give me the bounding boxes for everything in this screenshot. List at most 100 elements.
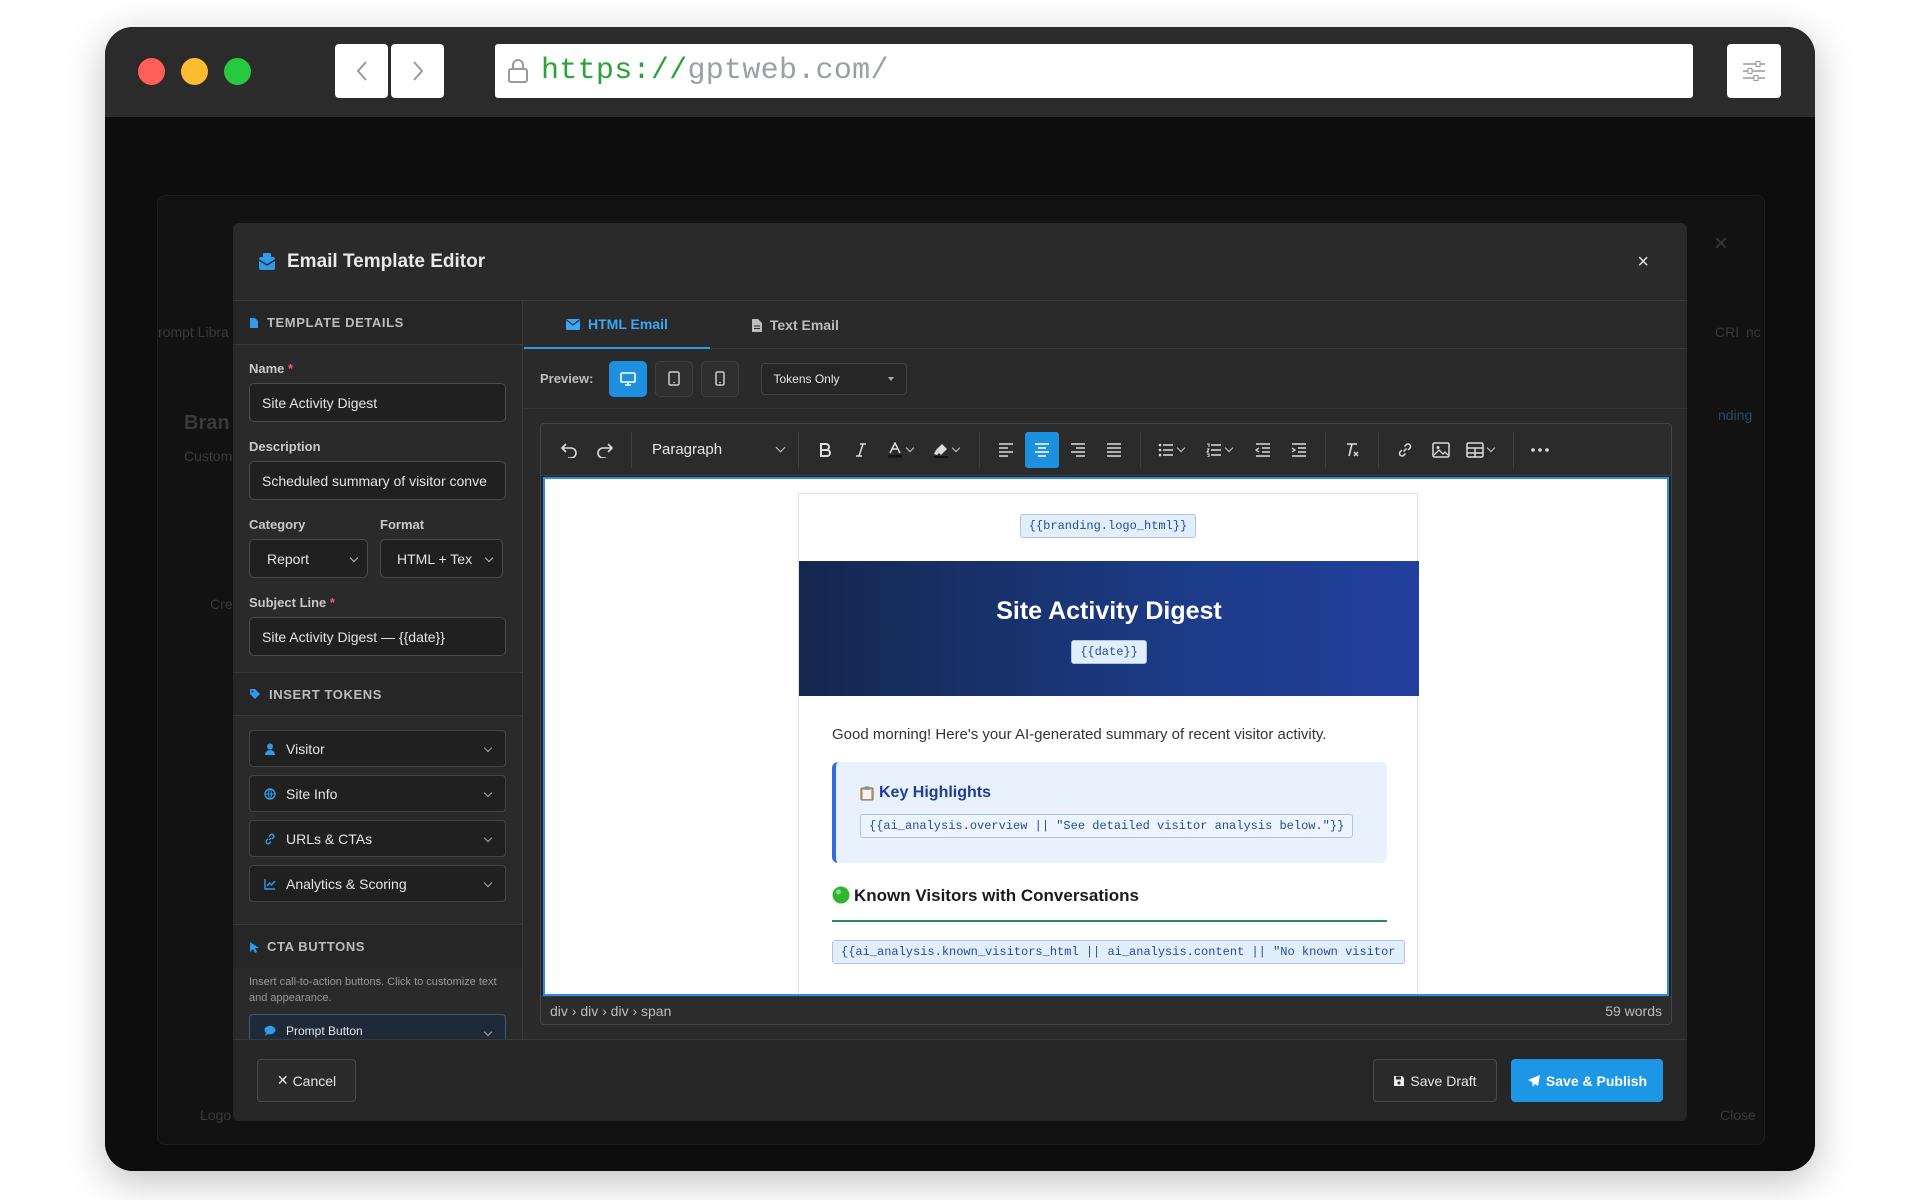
close-window-button[interactable] <box>138 58 165 85</box>
email-preview: {{branding.logo_html}} Site Activity Dig… <box>798 493 1419 994</box>
insert-tokens-title: INSERT TOKENS <box>269 686 383 702</box>
bold-icon <box>820 442 831 457</box>
known-visitors-token[interactable]: {{ai_analysis.known_visitors_html || ai_… <box>832 940 1405 964</box>
cta-prompt-button[interactable]: Prompt Button <box>249 1014 506 1039</box>
preview-mobile-button[interactable] <box>701 360 740 397</box>
block-format-select[interactable]: Paragraph <box>640 432 790 468</box>
description-label: Description <box>249 439 321 454</box>
highlight-color-button[interactable] <box>926 432 970 468</box>
zoom-window-button[interactable] <box>224 58 251 85</box>
redo-icon <box>597 442 614 458</box>
description-field[interactable]: Scheduled summary of visitor conve <box>249 461 506 500</box>
browser-toolbar: https://gptweb.com/ <box>105 27 1815 117</box>
cancel-button[interactable]: ✕ Cancel <box>257 1059 356 1102</box>
category-label: Category <box>249 517 306 532</box>
align-center-icon <box>1035 442 1049 457</box>
tab-html-email[interactable]: HTML Email <box>524 301 710 349</box>
close-icon: ✕ <box>276 1072 289 1088</box>
bg-text-custom: Custom <box>184 448 233 464</box>
toolbar-divider <box>1513 431 1514 468</box>
minimize-window-button[interactable] <box>181 58 208 85</box>
url-text: https://gptweb.com/ <box>541 54 889 88</box>
bold-button[interactable] <box>808 432 842 468</box>
insert-image-button[interactable] <box>1424 432 1458 468</box>
token-group-label: Visitor <box>286 740 325 757</box>
required-mark: * <box>288 361 294 376</box>
insert-table-button[interactable] <box>1460 432 1504 468</box>
bg-text-cri: CRI <box>1715 324 1740 340</box>
align-left-button[interactable] <box>989 432 1023 468</box>
modal-footer: ✕ Cancel Save Draft Save & Publish <box>233 1039 1687 1121</box>
envelope-open-icon <box>258 252 276 270</box>
chevron-left-icon <box>356 61 367 81</box>
forward-button[interactable] <box>391 44 444 98</box>
template-details-header[interactable]: TEMPLATE DETAILS <box>233 301 522 345</box>
chevron-down-icon <box>951 443 961 453</box>
image-icon <box>1432 441 1450 458</box>
bullet-list-button[interactable] <box>1150 432 1196 468</box>
hero-title: Site Activity Digest <box>996 597 1222 625</box>
save-icon <box>1394 1075 1405 1086</box>
modal-header: Email Template Editor × <box>233 223 1687 301</box>
paper-plane-icon <box>1527 1074 1540 1087</box>
preview-tablet-button[interactable] <box>655 360 694 397</box>
token-group-analytics[interactable]: Analytics & Scoring <box>249 865 506 902</box>
bg-text-close: Close <box>1720 1107 1756 1123</box>
align-right-button[interactable] <box>1061 432 1095 468</box>
overview-token[interactable]: {{ai_analysis.overview || "See detailed … <box>860 814 1354 838</box>
comment-icon <box>264 1025 276 1036</box>
tab-text-email[interactable]: Text Email <box>710 301 881 349</box>
chevron-down-icon <box>1486 443 1496 453</box>
more-options-button[interactable] <box>1523 432 1557 468</box>
globe-icon <box>264 787 276 800</box>
category-group: Category Report <box>233 517 368 578</box>
preview-label: Preview: <box>540 371 594 386</box>
editor-canvas[interactable]: {{branding.logo_html}} Site Activity Dig… <box>543 477 1669 996</box>
save-draft-label: Save Draft <box>1410 1072 1477 1089</box>
name-field[interactable]: Site Activity Digest <box>249 383 506 422</box>
tablet-icon <box>668 371 681 386</box>
editor-statusbar: div › div › div › span 59 words <box>541 996 1671 1024</box>
cta-buttons-header[interactable]: CTA BUTTONS <box>233 924 522 968</box>
rich-text-editor: Paragraph {{branding.logo_html}} Site Ac… <box>540 423 1672 1025</box>
outdent-button[interactable] <box>1246 432 1280 468</box>
name-label-text: Name <box>249 361 285 376</box>
undo-button[interactable] <box>552 432 586 468</box>
insert-tokens-header[interactable]: INSERT TOKENS <box>233 672 522 716</box>
redo-button[interactable] <box>588 432 622 468</box>
category-select[interactable]: Report <box>249 539 368 578</box>
browser-menu-button[interactable] <box>1727 44 1781 98</box>
align-justify-button[interactable] <box>1097 432 1131 468</box>
save-publish-button[interactable]: Save & Publish <box>1511 1059 1663 1102</box>
green-circle-icon <box>832 886 850 904</box>
cancel-label: Cancel <box>292 1072 337 1089</box>
save-draft-button[interactable]: Save Draft <box>1373 1059 1497 1102</box>
editor-main: HTML Email Text Email Preview: Tokens On… <box>524 301 1687 1039</box>
preview-mode-select[interactable]: Tokens Only <box>761 362 908 395</box>
indent-button[interactable] <box>1282 432 1316 468</box>
logo-token[interactable]: {{branding.logo_html}} <box>1019 514 1197 538</box>
lock-icon <box>508 59 528 83</box>
token-group-visitor[interactable]: Visitor <box>249 730 506 767</box>
subject-field[interactable]: Site Activity Digest — {{date}} <box>249 617 506 656</box>
align-center-button[interactable] <box>1025 431 1059 468</box>
email-template-editor-modal: Email Template Editor × TEMPLATE DETAILS… <box>233 223 1687 1121</box>
bg-text-brand: Bran <box>184 412 230 434</box>
clear-formatting-button[interactable] <box>1335 432 1369 468</box>
link-icon <box>1398 442 1412 457</box>
element-path[interactable]: div › div › div › span <box>550 1003 671 1019</box>
tab-html-label: HTML Email <box>588 316 668 332</box>
preview-desktop-button[interactable] <box>609 360 648 397</box>
numbered-list-button[interactable] <box>1198 432 1244 468</box>
token-group-urls-ctas[interactable]: URLs & CTAs <box>249 820 506 857</box>
format-select[interactable]: HTML + Tex <box>380 539 503 578</box>
bg-text-logo: Logo <box>200 1107 232 1123</box>
text-color-button[interactable] <box>880 432 924 468</box>
insert-link-button[interactable] <box>1388 432 1422 468</box>
back-button[interactable] <box>335 44 388 98</box>
address-bar[interactable]: https://gptweb.com/ <box>495 44 1693 98</box>
date-token[interactable]: {{date}} <box>1071 640 1147 664</box>
token-group-site-info[interactable]: Site Info <box>249 775 506 812</box>
italic-button[interactable] <box>844 432 878 468</box>
modal-close-button[interactable]: × <box>1637 251 1649 274</box>
